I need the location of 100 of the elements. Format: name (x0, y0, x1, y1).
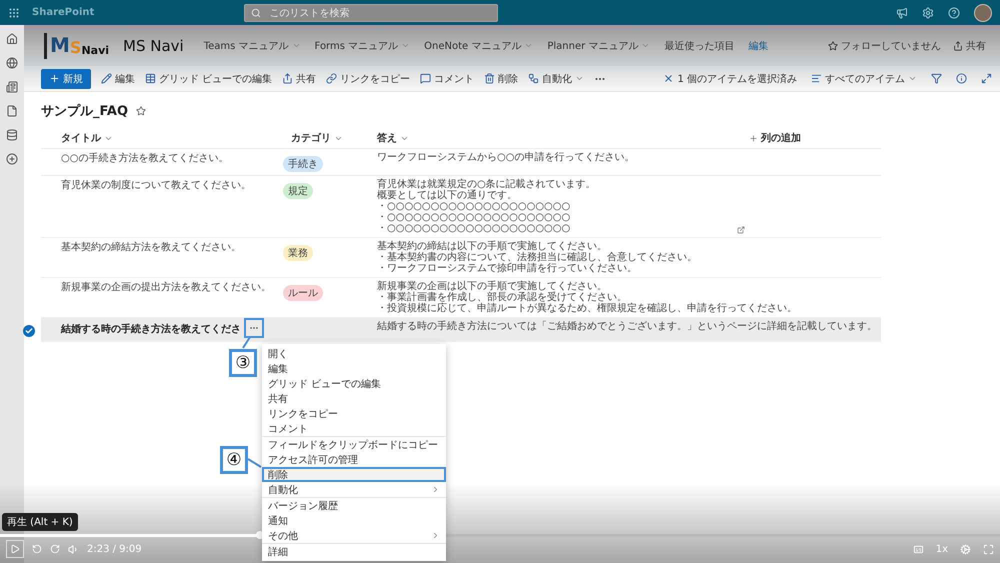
menu-item[interactable]: 自動化 (262, 482, 446, 497)
list-row[interactable]: ○○の手続き方法を教えてください。 手続き ワークフローシステムから○○の申請を行ってください。 (41, 149, 881, 176)
title-cell-text: 結婚する時の手続き方法を教えてくださ (60, 322, 241, 336)
title-cell-text: ○○の手続き方法を教えてください。 (60, 152, 228, 166)
menu-item[interactable]: フィールドをクリップボードにコピー (262, 436, 446, 452)
list-row[interactable]: 基本契約の締結方法を教えてください。 業務 基本契約の締結は以下の手順で実施してください。 ・基本契約書の内容について、法務担当に確認し、合意してください。 ・ワークフローシステムで捺印申請を行っていください。 (41, 238, 881, 278)
app-launcher-icon[interactable] (8, 6, 20, 18)
leader-line (243, 337, 250, 348)
answer-text: ・○○○○○○○○○○○○○○○○○○○○○ (377, 212, 570, 223)
filter-icon[interactable] (931, 73, 942, 84)
share-icon (282, 73, 294, 84)
answer-text: ワークフローシステムから○○の申請を行ってください。 (377, 152, 634, 163)
view-selector[interactable]: すべてのアイテム (811, 72, 917, 86)
title-cell-text: 新規事業の企画の提出方法を教えてください。 (60, 281, 271, 295)
menu-item[interactable]: コメント (262, 421, 446, 436)
answer-text: ・投資規模に応じて、申請ルートが異なるため、権限規定を確認し、申請を行ってください。 (377, 303, 797, 314)
menu-item[interactable]: 通知 (262, 513, 446, 528)
callout-label: ③ (229, 349, 257, 377)
news-icon[interactable] (6, 81, 18, 93)
chevron-down-icon (401, 41, 410, 50)
database-icon[interactable] (6, 129, 18, 141)
command-button[interactable]: 自動化 (528, 72, 584, 86)
category-tag: ルール (283, 285, 323, 301)
menu-item[interactable]: グリッド ビューでの編集 (262, 376, 446, 391)
chevron-down-icon (524, 41, 534, 50)
command-button[interactable]: リンクをコピー (326, 72, 410, 86)
answer-text: 新規事業の企画は以下の手順で実施してください。 (377, 281, 607, 292)
callout-label: ④ (220, 446, 248, 474)
command-button[interactable]: 新規 (41, 68, 91, 88)
menu-item[interactable]: バージョン履歴 (262, 497, 446, 513)
command-button[interactable]: 共有 (282, 72, 316, 86)
share-icon (953, 40, 963, 50)
command-button[interactable]: 削除 (484, 72, 518, 86)
share-button[interactable]: 共有 (953, 38, 986, 52)
menu-item[interactable]: その他 (262, 528, 446, 543)
avatar[interactable] (974, 4, 992, 22)
menu-item[interactable]: 編集 (262, 361, 446, 376)
megaphone-icon[interactable] (896, 6, 908, 18)
answer-text: ・○○○○○○○○○○○○○○○○○○○○○ (377, 201, 570, 212)
command-button[interactable]: コメント (420, 72, 474, 86)
nav-link[interactable]: Planner マニュアル (547, 38, 650, 52)
title-cell-text: 育児休業の制度について教えてください。 (60, 179, 251, 193)
row-checkbox[interactable] (23, 325, 35, 337)
answer-text: 基本契約の締結は以下の手順で実施してください。 (377, 241, 607, 252)
menu-item[interactable]: リンクをコピー (262, 406, 446, 421)
check-icon (25, 327, 33, 335)
command-button[interactable]: グリッド ビューでの編集 (145, 72, 272, 86)
comment-icon (420, 73, 432, 84)
add-icon[interactable] (6, 153, 18, 165)
more-button[interactable] (244, 318, 264, 338)
file-icon[interactable] (6, 105, 18, 117)
expand-icon[interactable] (981, 73, 992, 84)
lines-icon (811, 73, 822, 84)
flow-icon (528, 73, 540, 84)
answer-text: 概要としては以下の通りです。 (377, 190, 517, 201)
info-icon[interactable] (956, 73, 967, 84)
playback-time: 2:23 / 9:09 (87, 544, 142, 554)
help-icon[interactable] (948, 6, 960, 18)
menu-item[interactable]: 削除 (262, 467, 446, 482)
menu-item[interactable]: 共有 (262, 391, 446, 406)
answer-text: ・○○○○○○○○○○○○○○○○○○○○○ (377, 223, 570, 234)
home-icon[interactable] (6, 33, 18, 45)
site-logo[interactable]: MSNavi (44, 32, 110, 58)
answer-text: ・基本契約書の内容について、法務担当に確認し、合意してください。 (377, 252, 697, 263)
answer-text: ・事業計画書を作成し、部長の承認を受けてください。 (377, 292, 627, 303)
nav-link[interactable]: 編集 (748, 38, 768, 52)
column-header[interactable]: カテゴリ (279, 131, 369, 145)
column-header[interactable]: 答え (377, 131, 409, 145)
column-header[interactable]: タイトル (49, 131, 279, 145)
settings-icon[interactable] (922, 6, 934, 18)
category-tag: 手続き (283, 156, 323, 172)
nav-link[interactable]: Teams マニュアル (204, 38, 301, 52)
plus-icon (749, 134, 758, 142)
menu-item[interactable]: アクセス許可の管理 (262, 452, 446, 467)
star-icon[interactable] (136, 106, 146, 116)
nav-link[interactable]: 最近使った項目 (664, 38, 734, 52)
chevron-right-icon (431, 485, 440, 494)
chevron-right-icon (431, 531, 440, 540)
trash-icon (484, 73, 496, 84)
leader-line (248, 459, 261, 467)
selection-status[interactable]: 1 個のアイテムを選択済み (663, 72, 797, 86)
answer-text: 結婚する時の手続き方法については「ご結婚おめでとうございます。」というページに詳細を記載しています。 (377, 321, 877, 332)
menu-item[interactable]: 開く (262, 346, 446, 361)
grid-icon (145, 73, 156, 84)
follow-button[interactable]: フォローしていません (828, 38, 941, 52)
answer-text: ・ワークフローシステムで捺印申請を行っていください。 (377, 263, 637, 274)
star-icon (828, 40, 838, 50)
nav-link[interactable]: OneNote マニュアル (424, 38, 534, 52)
tooltip: 再生 (Alt + K) (2, 513, 78, 531)
chevron-down-icon (641, 41, 650, 50)
nav-link[interactable]: Forms マニュアル (314, 38, 410, 52)
list-row[interactable]: 育児休業の制度について教えてください。 規定 育児休業は就業規定の○条に記載されています。 概要としては以下の通りです。 ・○○○○○○○○○○○○○○○○○○○○○ ・○○○○○○○○○○○○○○○○○○○○○ ・○○○○○○○○○○○○○○○○○○○○○ (41, 176, 881, 238)
play-button[interactable] (6, 540, 24, 558)
add-column-button[interactable]: 列の追加 (749, 131, 801, 145)
answer-text: 育児休業は就業規定の○条に記載されています。 (377, 179, 596, 190)
menu-item[interactable]: 詳細 (262, 543, 446, 559)
globe-icon[interactable] (6, 57, 18, 69)
open-icon[interactable] (737, 226, 745, 234)
link-icon (326, 73, 338, 84)
command-button[interactable]: 編集 (101, 72, 135, 86)
